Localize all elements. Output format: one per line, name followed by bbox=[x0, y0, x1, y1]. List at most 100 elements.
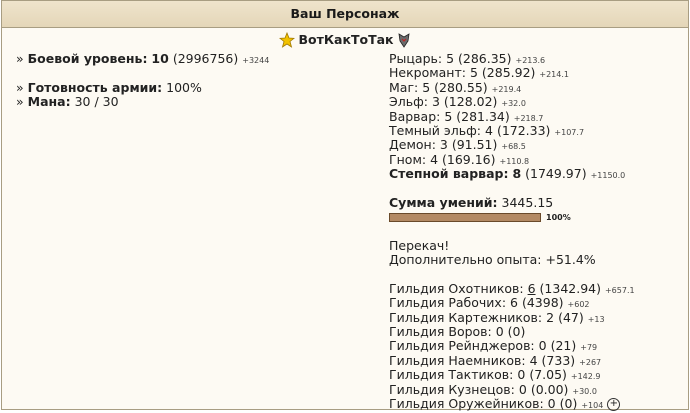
faction-points: (91.51) bbox=[451, 137, 498, 153]
guild-name: Гильдия Охотников: bbox=[389, 280, 524, 296]
faction-name: Гном: bbox=[389, 151, 427, 167]
character-name[interactable]: ВотКакТоТак bbox=[298, 32, 393, 47]
faction-points: (172.33) bbox=[496, 122, 551, 138]
character-panel: Ваш Персонаж ВотКакТоТак » Боевой уровен… bbox=[1, 0, 689, 412]
guild-list: Гильдия Охотников: 6 (1342.94) +657.1 Гил… bbox=[389, 280, 684, 412]
guild-level: 4 bbox=[529, 352, 538, 368]
faction-gain: +68.5 bbox=[501, 142, 526, 152]
faction-level: 3 bbox=[431, 94, 440, 110]
active-faction-points: (1749.97) bbox=[525, 166, 587, 182]
guild-row: Гильдия Оружейников: 0 (0) +104 + bbox=[389, 395, 684, 411]
mana-label: Мана: bbox=[27, 94, 71, 110]
faction-name: Маг: bbox=[389, 79, 419, 95]
faction-level: 5 bbox=[469, 65, 478, 81]
faction-row: Гном: 4 (169.16) +110.8 bbox=[389, 151, 684, 167]
guild-row: Гильдия Охотников: 6 (1342.94) +657.1 bbox=[389, 280, 684, 296]
faction-row: Темный эльф: 4 (172.33) +107.7 bbox=[389, 122, 684, 138]
faction-gain: +107.7 bbox=[554, 127, 585, 137]
skills-progress-label: 100% bbox=[546, 212, 571, 222]
faction-row: Рыцарь: 5 (286.35) +213.6 bbox=[389, 51, 684, 66]
perekach-text: Перекач! bbox=[389, 237, 450, 253]
guild-row: Гильдия Рабочих: 6 (4398) +602 bbox=[389, 296, 684, 310]
faction-gain: +214.1 bbox=[539, 70, 569, 80]
character-line: ВотКакТоТак bbox=[2, 31, 688, 51]
extra-exp-label: Дополнительно опыта: bbox=[389, 252, 542, 268]
guild-points: (733) bbox=[541, 352, 576, 368]
guild-name: Гильдия Рабочих: bbox=[389, 295, 507, 311]
faction-gain: +219.4 bbox=[491, 84, 522, 94]
guild-row: Гильдия Картежников: 2 (47) +13 bbox=[389, 309, 684, 325]
army-readiness-label: Готовность армии: bbox=[27, 79, 163, 95]
faction-name: Демон: bbox=[389, 137, 436, 153]
guild-name: Гильдия Картежников: bbox=[389, 309, 543, 325]
guild-gain: +657.1 bbox=[604, 285, 635, 295]
faction-points: (128.02) bbox=[443, 94, 498, 110]
guild-row: Гильдия Кузнецов: 0 (0.00) +30.0 bbox=[389, 381, 684, 397]
combat-level-label: Боевой уровень: bbox=[27, 51, 148, 66]
faction-points: (285.92) bbox=[481, 65, 536, 81]
active-faction-level: 8 bbox=[512, 166, 522, 182]
faction-name: Варвар: bbox=[389, 108, 441, 124]
guild-points: (0) bbox=[507, 324, 526, 340]
left-column: » Боевой уровень: 10 (2996756) +3244 » Г… bbox=[16, 51, 376, 110]
faction-level: 5 bbox=[446, 51, 455, 66]
faction-row: Демон: 3 (91.51) +68.5 bbox=[389, 138, 684, 152]
guild-level: 2 bbox=[546, 309, 555, 325]
faction-level: 4 bbox=[430, 151, 439, 167]
faction-name: Эльф: bbox=[389, 94, 428, 110]
faction-gain: +218.7 bbox=[513, 113, 544, 123]
combat-level-row: » Боевой уровень: 10 (2996756) +3244 bbox=[16, 51, 270, 66]
faction-points: (281.34) bbox=[456, 108, 510, 124]
guild-name: Гильдия Тактиков: bbox=[389, 367, 514, 383]
faction-list: Рыцарь: 5 (286.35) +213.6 Некромант: 5 (2… bbox=[389, 51, 684, 167]
skills-sum-row: Сумма умений: 3445.15 bbox=[389, 194, 684, 210]
faction-gain: +213.6 bbox=[515, 56, 546, 65]
guild-level: 6 bbox=[510, 295, 518, 311]
faction-name: Рыцарь: bbox=[389, 51, 443, 66]
guild-level-link[interactable]: 6 bbox=[528, 281, 536, 296]
faction-level: 4 bbox=[485, 122, 493, 138]
guild-level: 0 bbox=[495, 324, 504, 340]
guild-row: Гильдия Наемников: 4 (733) +267 bbox=[389, 352, 684, 368]
guild-row: Гильдия Тактиков: 0 (7.05) +142.9 bbox=[389, 368, 684, 382]
guild-gain: +602 bbox=[567, 300, 590, 310]
guild-level: 0 bbox=[547, 395, 556, 411]
skills-sum-value: 3445.15 bbox=[501, 194, 554, 210]
faction-level: 5 bbox=[422, 79, 431, 95]
guild-level: 0 bbox=[517, 367, 526, 383]
faction-row: Некромант: 5 (285.92) +214.1 bbox=[389, 66, 684, 80]
faction-gain: +110.8 bbox=[499, 156, 530, 166]
guild-points: (47) bbox=[558, 309, 584, 325]
guild-name: Гильдия Кузнецов: bbox=[389, 381, 515, 397]
add-guild-button[interactable]: + bbox=[607, 397, 621, 411]
guild-name: Гильдия Наемников: bbox=[389, 352, 526, 368]
guild-level: 0 bbox=[518, 381, 527, 397]
faction-row: Варвар: 5 (281.34) +218.7 bbox=[389, 108, 684, 124]
panel-header: Ваш Персонаж bbox=[2, 1, 688, 28]
faction-points: (286.35) bbox=[458, 51, 512, 66]
guild-row: Гильдия Воров: 0 (0) bbox=[389, 324, 684, 340]
combat-gain: +3244 bbox=[242, 56, 270, 65]
guild-points: (0.00) bbox=[530, 381, 569, 397]
combat-exp: (2996756) bbox=[172, 51, 239, 66]
guild-points: (21) bbox=[550, 338, 577, 354]
skills-progress-bar bbox=[389, 212, 541, 222]
guild-emblem-icon[interactable] bbox=[397, 32, 411, 48]
guild-name: Гильдия Рейнджеров: bbox=[389, 338, 535, 354]
faction-points: (280.55) bbox=[434, 79, 488, 95]
faction-name: Некромант: bbox=[389, 65, 466, 81]
faction-gain: +32.0 bbox=[501, 99, 526, 109]
star-icon bbox=[279, 31, 296, 48]
mana-value: 30 / 30 bbox=[74, 94, 119, 110]
guild-gain: +13 bbox=[587, 314, 605, 324]
combat-level-value: 10 bbox=[151, 51, 169, 66]
guild-points: (1342.94) bbox=[539, 280, 601, 296]
guild-row: Гильдия Рейнджеров: 0 (21) +79 bbox=[389, 339, 684, 353]
faction-points: (169.16) bbox=[442, 151, 496, 167]
guild-name: Гильдия Оружейников: bbox=[389, 395, 544, 411]
active-faction-name: Степной варвар: bbox=[389, 166, 509, 182]
army-readiness-value: 100% bbox=[166, 79, 202, 95]
guild-points: (4398) bbox=[521, 295, 564, 311]
guild-gain: +267 bbox=[579, 357, 602, 367]
faction-row: Маг: 5 (280.55) +219.4 bbox=[389, 79, 684, 95]
